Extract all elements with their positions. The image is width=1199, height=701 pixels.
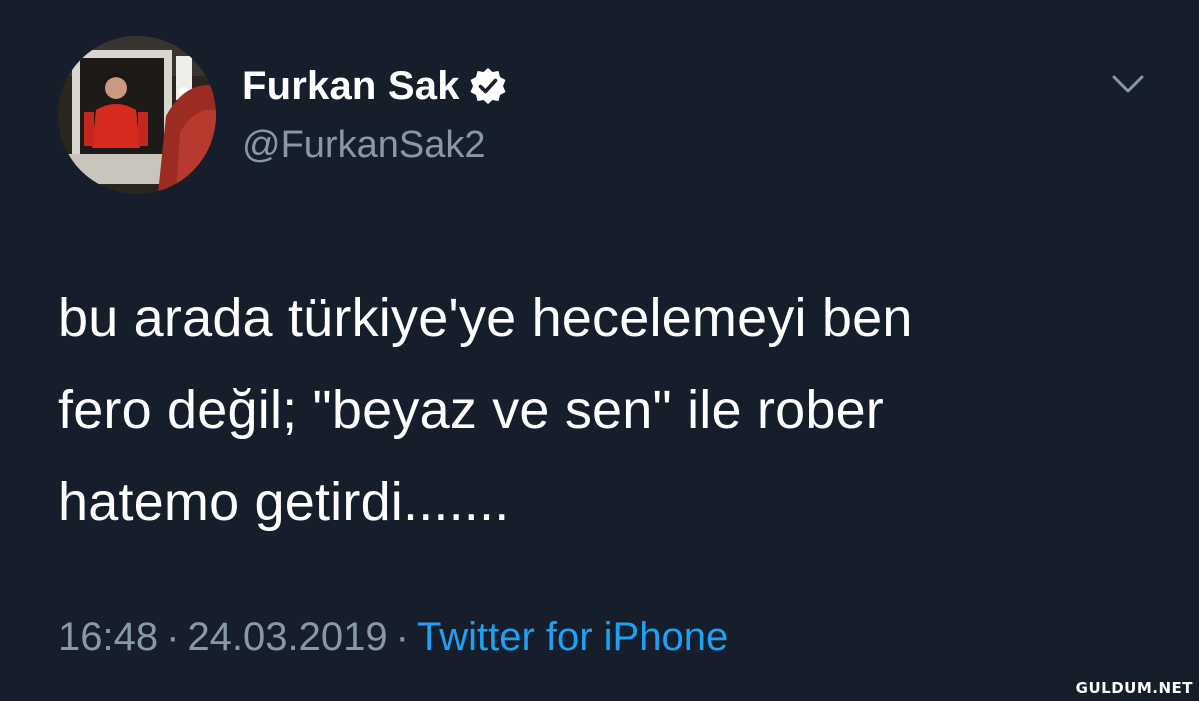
- user-handle[interactable]: @FurkanSak2: [242, 122, 485, 168]
- tweet-meta: 16:48 · 24.03.2019 · Twitter for iPhone: [58, 612, 728, 662]
- chevron-down-icon[interactable]: [1110, 72, 1146, 96]
- tweet-text-line: fero değil; "beyaz ve sen" ile rober: [58, 380, 884, 440]
- display-name-text: Furkan Sak: [242, 64, 460, 108]
- tweet-text-line: hatemo getirdi.......: [58, 472, 510, 532]
- tweet-time[interactable]: 16:48: [58, 615, 158, 659]
- verified-badge-icon: [468, 66, 508, 106]
- tweet-source-link[interactable]: Twitter for iPhone: [417, 615, 728, 659]
- tweet-text-line: bu arada türkiye'ye hecelemeyi ben: [58, 288, 913, 348]
- profile-photo-icon: [58, 36, 216, 194]
- display-name[interactable]: Furkan Sak: [242, 62, 508, 110]
- tweet-card: Furkan Sak @FurkanSak2 bu arada türkiye'…: [0, 0, 1199, 701]
- meta-separator: ·: [395, 615, 409, 659]
- tweet-text: bu arada türkiye'ye hecelemeyi ben fero …: [58, 272, 1118, 548]
- tweet-date[interactable]: 24.03.2019: [187, 615, 387, 659]
- avatar[interactable]: [58, 36, 216, 194]
- watermark: GULDUM.NET: [1075, 679, 1193, 697]
- meta-separator: ·: [166, 615, 180, 659]
